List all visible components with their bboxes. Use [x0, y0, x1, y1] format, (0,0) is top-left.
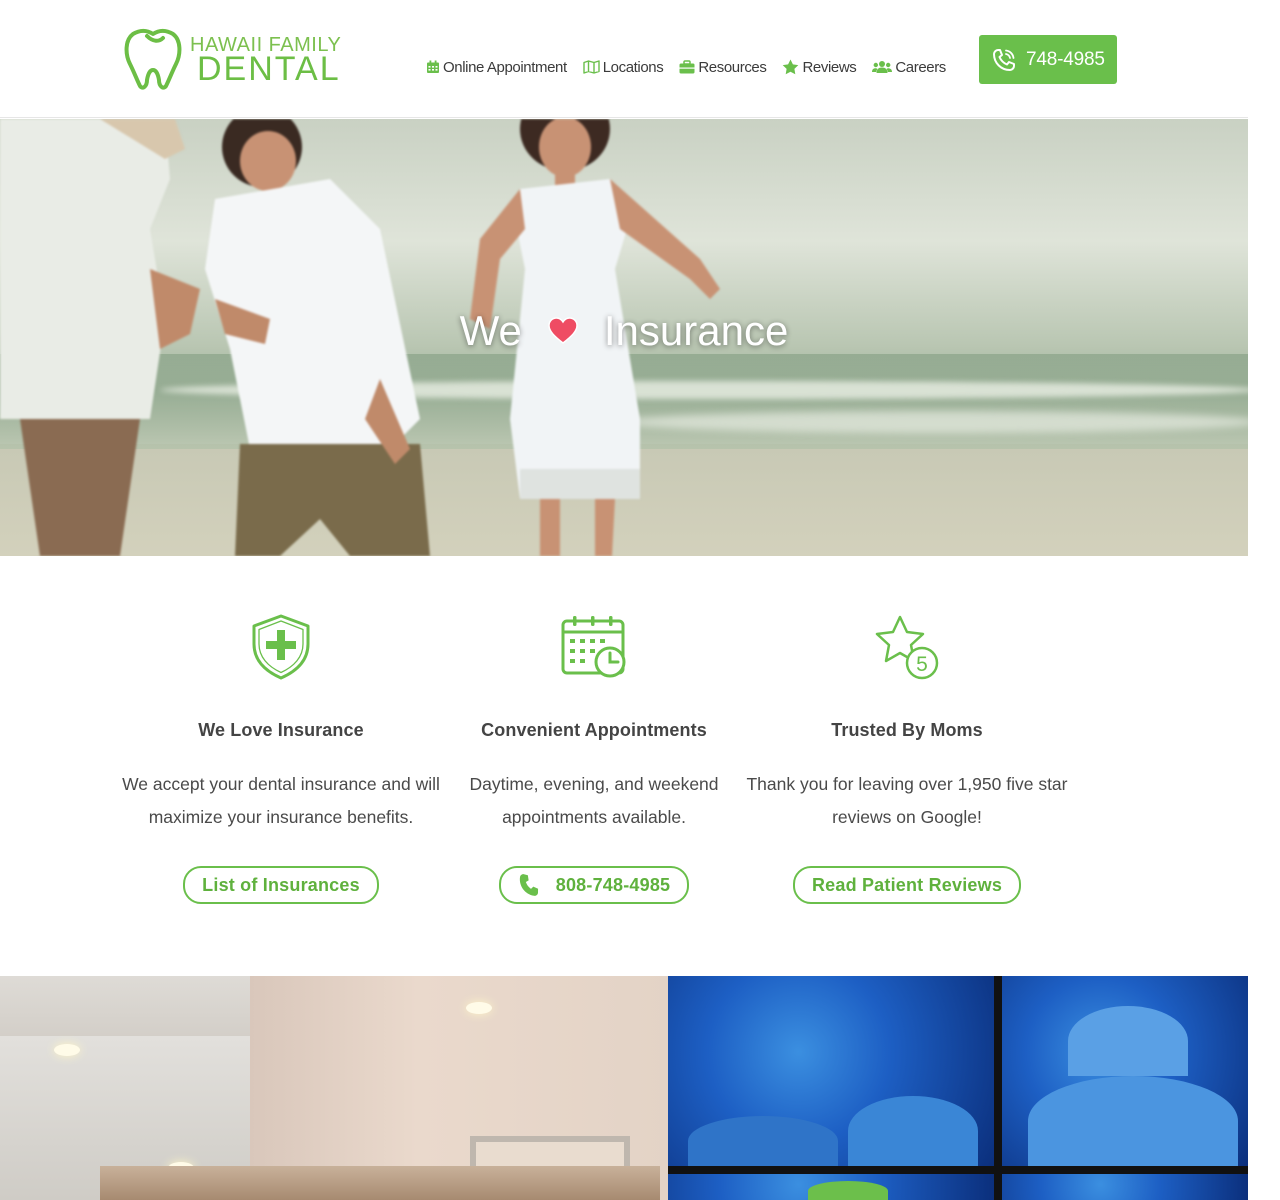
- aquarium-video-wall: [668, 976, 1248, 1200]
- phone-number: 748-4985: [1026, 48, 1105, 70]
- call-phone-button[interactable]: 808-748-4985: [498, 866, 690, 904]
- calendar-icon: [427, 60, 439, 73]
- nav-label: Resources: [698, 58, 767, 76]
- video-pane: [1002, 1174, 1248, 1200]
- feature-title: Convenient Appointments: [481, 720, 707, 740]
- button-label: List of Insurances: [202, 874, 360, 895]
- nav-label: Online Appointment: [443, 58, 567, 76]
- header-phone-button[interactable]: 748-4985: [979, 35, 1117, 84]
- nav-label: Locations: [602, 58, 664, 76]
- star-icon: [783, 59, 799, 75]
- svg-text:5: 5: [916, 653, 928, 676]
- feature-title: We Love Insurance: [198, 720, 364, 740]
- feature-icon-wrap: [116, 614, 446, 684]
- reef: [808, 1181, 888, 1200]
- nav-online-appointment[interactable]: Online Appointment: [426, 59, 567, 76]
- button-label: Read Patient Reviews: [811, 874, 1003, 895]
- site-header: HAWAII FAMILY DENTAL Online Appointment …: [0, 0, 1248, 118]
- feature-icon-wrap: 5: [742, 614, 1072, 684]
- main-nav: Online Appointment Locations Resources R…: [426, 56, 962, 78]
- hero-word-insurance: Insurance: [603, 306, 789, 354]
- briefcase-icon: [679, 60, 695, 74]
- hero-banner: We Insurance: [0, 119, 1248, 556]
- logo-line-2: DENTAL: [197, 50, 341, 88]
- star-five-icon: 5: [875, 615, 939, 680]
- map-icon: [583, 60, 600, 74]
- list-of-insurances-button[interactable]: List of Insurances: [183, 866, 379, 904]
- nav-label: Careers: [895, 58, 946, 76]
- phone-icon: [519, 874, 538, 896]
- heart-icon: [548, 307, 578, 355]
- site-logo[interactable]: HAWAII FAMILY DENTAL: [123, 28, 363, 90]
- feature-title: Trusted By Moms: [831, 720, 983, 740]
- features-section: We Love Insurance We accept your dental …: [0, 556, 1248, 976]
- nav-careers[interactable]: Careers: [872, 59, 946, 76]
- feature-text: Thank you for leaving over 1,950 five st…: [746, 774, 1068, 827]
- ceiling-light: [54, 1044, 80, 1056]
- reef: [1028, 1076, 1238, 1166]
- nav-resources[interactable]: Resources: [679, 58, 767, 76]
- nav-locations[interactable]: Locations: [583, 59, 664, 76]
- calendar-clock-icon: [561, 616, 626, 678]
- phone-icon: [993, 48, 1015, 71]
- nav-label: Reviews: [802, 58, 857, 76]
- shield-plus-icon: [252, 614, 310, 680]
- read-patient-reviews-button[interactable]: Read Patient Reviews: [792, 866, 1022, 904]
- users-icon: [872, 61, 893, 73]
- reef: [1068, 1006, 1188, 1076]
- nav-reviews[interactable]: Reviews: [782, 58, 857, 76]
- feature-appointments: Convenient Appointments Daytime, evening…: [429, 614, 759, 904]
- feature-insurance: We Love Insurance We accept your dental …: [116, 614, 446, 904]
- lobby-counter: [100, 1166, 660, 1200]
- hero-title: We Insurance: [0, 304, 1248, 355]
- button-label: 808-748-4985: [555, 874, 671, 895]
- tooth-logo-icon: [124, 28, 182, 90]
- reef: [688, 1116, 838, 1166]
- feature-text: Daytime, evening, and weekend appointmen…: [469, 774, 719, 827]
- feature-trusted-by-moms: 5 Trusted By Moms Thank you for leaving …: [742, 614, 1072, 904]
- feature-icon-wrap: [429, 614, 759, 684]
- ceiling-light: [466, 1002, 492, 1014]
- video-wall-divider: [668, 1166, 1248, 1174]
- reef: [848, 1096, 978, 1166]
- lobby-photo: [0, 976, 1248, 1200]
- hero-word-we: We: [459, 306, 522, 354]
- feature-text: We accept your dental insurance and will…: [122, 774, 440, 827]
